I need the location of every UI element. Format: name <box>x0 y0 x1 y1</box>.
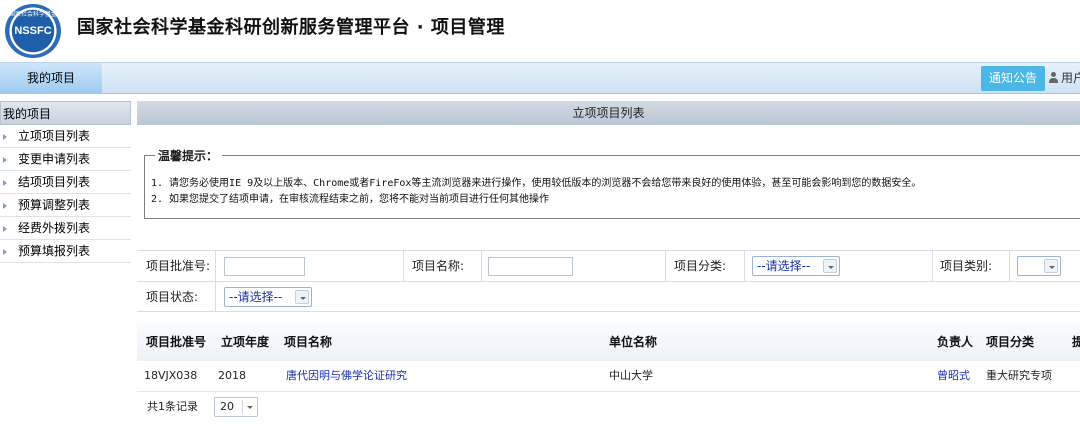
type-select[interactable] <box>1017 256 1061 276</box>
record-count: 共1条记录 <box>147 400 198 413</box>
divider <box>932 251 933 281</box>
category-label: 项目分类: <box>674 259 727 273</box>
pagination-bar: 共1条记录 20 <box>137 391 1080 423</box>
arrow-right-icon <box>3 226 7 232</box>
table-header: 项目批准号 立项年度 项目名称 单位名称 负责人 项目分类 提 <box>137 323 1080 361</box>
approval-no-label: 项目批准号: <box>146 259 211 273</box>
tip-line-1: 1. 请您务必使用IE 9及以上版本、Chrome或者FireFox等主流浏览器… <box>151 178 922 189</box>
cell-year: 2018 <box>218 369 246 382</box>
sidebar-item-budget-filing[interactable]: 预算填报列表 <box>0 240 131 263</box>
column-header-category[interactable]: 项目分类 <box>986 323 1034 361</box>
divider <box>403 251 404 281</box>
column-header-year[interactable]: 立项年度 <box>221 323 269 361</box>
notice-button[interactable]: 通知公告 <box>981 66 1045 91</box>
logo-text: NSSFC <box>14 25 52 37</box>
page-size-select[interactable]: 20 <box>214 397 258 417</box>
main-panel: 立项项目列表 温馨提示： 1. 请您务必使用IE 9及以上版本、Chrome或者… <box>137 101 1080 417</box>
column-header-unit[interactable]: 单位名称 <box>609 323 657 361</box>
chevron-down-icon <box>242 400 255 414</box>
nssfc-logo: 国家社会科学基金 NSSFC <box>5 4 61 58</box>
divider <box>215 251 216 281</box>
divider <box>665 251 666 281</box>
sidebar-title: 我的项目 <box>0 101 131 125</box>
arrow-right-icon <box>3 134 7 140</box>
column-header-truncated[interactable]: 提 <box>1072 323 1080 361</box>
user-icon <box>1049 72 1058 83</box>
approval-no-input[interactable] <box>224 257 305 276</box>
divider <box>1009 251 1010 281</box>
app-header: 国家社会科学基金 NSSFC 国家社会科学基金科研创新服务管理平台 · 项目管理 <box>0 0 1080 62</box>
type-label: 项目类别: <box>940 259 993 273</box>
divider <box>481 251 482 281</box>
leader-link[interactable]: 曾昭式 <box>937 364 970 388</box>
project-name-input[interactable] <box>488 257 573 276</box>
chevron-down-icon <box>823 259 837 273</box>
nav-tab-my-projects[interactable]: 我的项目 <box>0 63 102 94</box>
sidebar-item-change-requests[interactable]: 变更申请列表 <box>0 148 131 171</box>
tips-box: 温馨提示： 1. 请您务必使用IE 9及以上版本、Chrome或者FireFox… <box>144 147 1080 219</box>
tips-title: 温馨提示： <box>155 147 223 164</box>
cell-approval-no: 18VJX038 <box>144 369 198 382</box>
chevron-down-icon <box>1044 259 1058 273</box>
project-name-label: 项目名称: <box>412 259 465 273</box>
column-header-project-name[interactable]: 项目名称 <box>284 323 332 361</box>
filter-row-1: 项目批准号: 项目名称: 项目分类: --请选择-- 项目类别: <box>137 250 1080 281</box>
filter-row-2: 项目状态: --请选择-- <box>137 281 1080 312</box>
arrow-right-icon <box>3 203 7 209</box>
site-title: 国家社会科学基金科研创新服务管理平台 · 项目管理 <box>77 17 505 38</box>
divider <box>744 251 745 281</box>
column-header-approval-no[interactable]: 项目批准号 <box>146 323 206 361</box>
top-navbar: 我的项目 通知公告 用户 <box>0 62 1080 94</box>
sidebar: 我的项目 立项项目列表 变更申请列表 结项项目列表 预算调整列表 经费外拨列表 … <box>0 101 131 263</box>
arrow-right-icon <box>3 180 7 186</box>
sidebar-item-completed-projects[interactable]: 结项项目列表 <box>0 171 131 194</box>
tip-line-2: 2. 如果您提交了结项申请，在审核流程结束之前，您将不能对当前项目进行任何其他操… <box>151 194 550 205</box>
arrow-right-icon <box>3 249 7 255</box>
arrow-right-icon <box>3 157 7 163</box>
sidebar-item-budget-adjustments[interactable]: 预算调整列表 <box>0 194 131 217</box>
user-label: 用户 <box>1061 71 1080 85</box>
category-select[interactable]: --请选择-- <box>752 256 840 276</box>
table-row: 18VJX038 2018 唐代因明与佛学论证研究 中山大学 曾昭式 重大研究专… <box>137 364 1080 388</box>
status-select[interactable]: --请选择-- <box>224 287 312 307</box>
column-header-leader[interactable]: 负责人 <box>937 323 973 361</box>
project-name-link[interactable]: 唐代因明与佛学论证研究 <box>286 364 407 388</box>
cell-unit: 中山大学 <box>609 369 653 382</box>
user-menu[interactable]: 用户 <box>1049 63 1080 94</box>
sidebar-item-approved-projects[interactable]: 立项项目列表 <box>0 125 131 148</box>
sidebar-item-fund-transfers[interactable]: 经费外拨列表 <box>0 217 131 240</box>
logo-ring-text: 国家社会科学基金 <box>8 11 57 18</box>
chevron-down-icon <box>295 290 309 304</box>
status-label: 项目状态: <box>146 290 199 304</box>
page-title: 立项项目列表 <box>137 101 1080 125</box>
cell-category: 重大研究专项 <box>986 369 1052 382</box>
divider <box>215 282 216 312</box>
